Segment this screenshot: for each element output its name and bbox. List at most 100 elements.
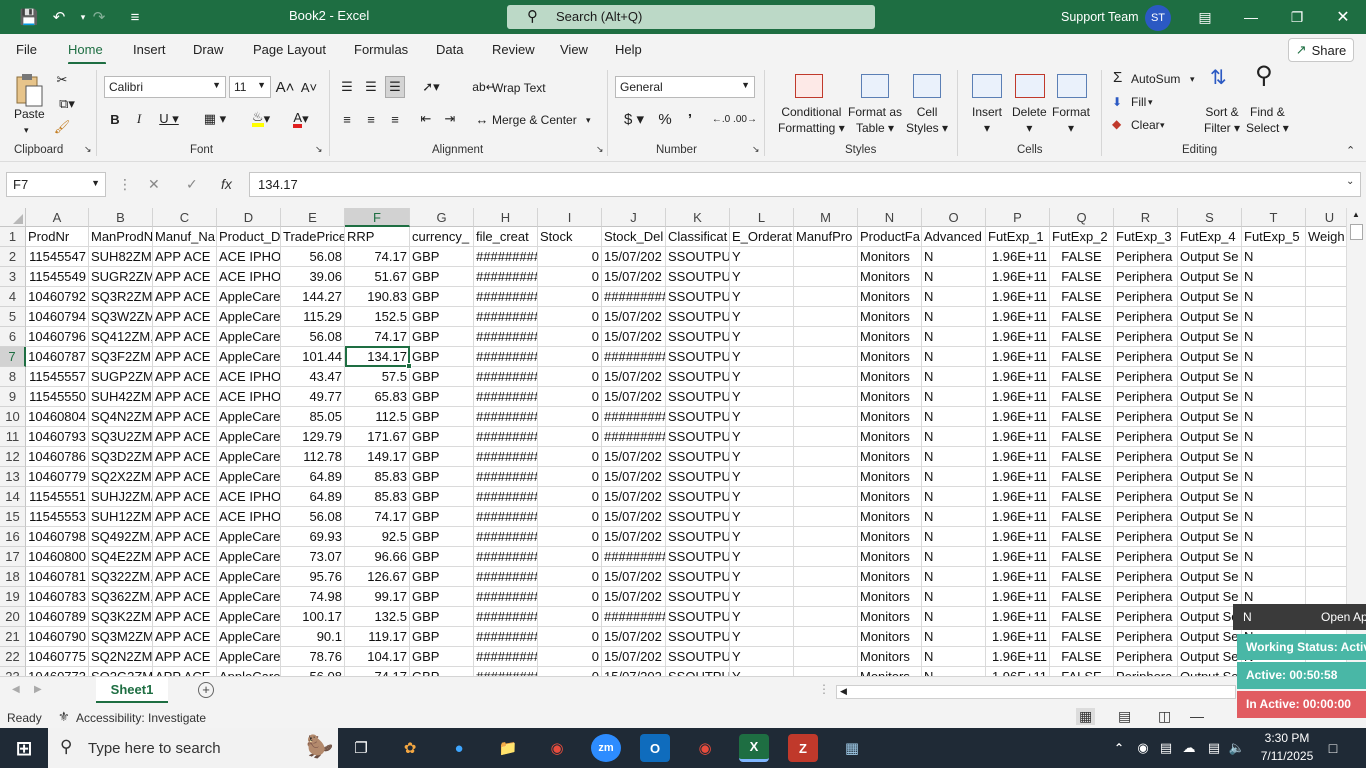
enter-icon[interactable]: ✓ <box>186 176 198 193</box>
cell[interactable]: AppleCare <box>217 327 281 347</box>
cell[interactable]: FALSE <box>1050 467 1114 487</box>
cell[interactable]: FALSE <box>1050 567 1114 587</box>
cell[interactable]: ######### <box>474 347 538 367</box>
cell[interactable]: N <box>922 447 986 467</box>
font-name-select[interactable]: Calibri ▼ <box>104 76 226 98</box>
cell[interactable]: 1.96E+11 <box>986 587 1050 607</box>
cell[interactable]: 134.17 <box>345 347 410 367</box>
cell[interactable]: Output Se <box>1178 307 1242 327</box>
cell[interactable] <box>794 647 858 667</box>
cell[interactable]: 0 <box>538 387 602 407</box>
cell[interactable]: N <box>922 267 986 287</box>
cell[interactable]: 152.5 <box>345 307 410 327</box>
cell[interactable]: APP ACE <box>153 547 217 567</box>
cell[interactable]: ######### <box>474 447 538 467</box>
cell[interactable]: SQ362ZM, <box>89 587 153 607</box>
cell[interactable]: N <box>922 387 986 407</box>
cut-icon[interactable]: ✂ <box>52 70 72 90</box>
cell[interactable]: SUH82ZM, <box>89 247 153 267</box>
cell[interactable]: APP ACE <box>153 367 217 387</box>
cell[interactable]: 0 <box>538 487 602 507</box>
cell[interactable]: SQ492ZM, <box>89 527 153 547</box>
cell[interactable]: N <box>922 287 986 307</box>
cell[interactable]: ######### <box>474 507 538 527</box>
cell[interactable]: ######### <box>474 527 538 547</box>
cell[interactable]: N <box>922 667 986 676</box>
cell[interactable]: SQ3W2ZM <box>89 307 153 327</box>
cell[interactable]: SSOUTPU1 <box>666 627 730 647</box>
cell[interactable]: 1.96E+11 <box>986 647 1050 667</box>
align-top-icon[interactable]: ☰ <box>337 76 357 98</box>
clear-dropdown-icon[interactable]: ▾ <box>1160 117 1165 133</box>
cell[interactable]: APP ACE <box>153 567 217 587</box>
cell[interactable]: Y <box>730 627 794 647</box>
cell[interactable]: 74.17 <box>345 247 410 267</box>
cell[interactable] <box>794 567 858 587</box>
taskbar-search[interactable]: ⚲ Type here to search 🦫 <box>48 728 338 768</box>
cell[interactable]: FALSE <box>1050 307 1114 327</box>
tab-splitter-icon[interactable]: ⋮ <box>818 682 830 696</box>
cell[interactable]: 0 <box>538 527 602 547</box>
cell[interactable]: FALSE <box>1050 607 1114 627</box>
row-header[interactable]: 1 <box>0 227 26 247</box>
column-header-j[interactable]: J <box>602 208 666 227</box>
cell[interactable]: ######### <box>474 667 538 676</box>
cell[interactable]: 171.67 <box>345 427 410 447</box>
cell[interactable]: 10460793 <box>26 427 89 447</box>
row-header[interactable]: 18 <box>0 567 26 587</box>
column-header-q[interactable]: Q <box>1050 208 1114 227</box>
font-color-icon[interactable]: A ▾ <box>284 108 318 130</box>
decrease-decimal-icon[interactable]: .00→ <box>733 108 757 130</box>
open-app-button[interactable]: Open Ap <box>1321 610 1366 624</box>
cell[interactable]: APP ACE <box>153 247 217 267</box>
cell[interactable]: 115.29 <box>281 307 345 327</box>
cell[interactable]: 1.96E+11 <box>986 307 1050 327</box>
cell[interactable]: Y <box>730 527 794 547</box>
cell[interactable]: Output Se <box>1178 567 1242 587</box>
cell[interactable]: Y <box>730 547 794 567</box>
cell[interactable]: ######### <box>602 407 666 427</box>
cell[interactable]: APP ACE <box>153 587 217 607</box>
cell[interactable]: ACE IPHOI <box>217 507 281 527</box>
cell[interactable]: Output Se <box>1178 267 1242 287</box>
cell[interactable]: 1.96E+11 <box>986 527 1050 547</box>
cell[interactable]: Y <box>730 307 794 327</box>
cell[interactable]: N <box>922 327 986 347</box>
currency-icon[interactable]: $ ▾ <box>618 108 650 130</box>
cell[interactable]: 126.67 <box>345 567 410 587</box>
format-painter-icon[interactable]: 🖌 <box>52 117 72 137</box>
cell[interactable]: Periphera <box>1114 507 1178 527</box>
cell[interactable]: FALSE <box>1050 367 1114 387</box>
cell[interactable]: Output Se <box>1178 487 1242 507</box>
cell[interactable]: 15/07/202 <box>602 307 666 327</box>
cell[interactable]: ######### <box>474 607 538 627</box>
cell[interactable]: SUH42ZM, <box>89 387 153 407</box>
conditional-formatting-button[interactable]: Conditional Formatting ▾ <box>778 104 845 136</box>
cell[interactable]: Periphera <box>1114 567 1178 587</box>
cell[interactable]: N <box>922 647 986 667</box>
cell[interactable]: APP ACE <box>153 627 217 647</box>
collapse-ribbon-icon[interactable]: ⌃ <box>1346 144 1355 157</box>
cell[interactable]: 0 <box>538 467 602 487</box>
cell[interactable]: 1.96E+11 <box>986 567 1050 587</box>
cell[interactable]: ( <box>1306 347 1346 367</box>
cell[interactable]: AppleCare <box>217 287 281 307</box>
italic-button[interactable]: I <box>130 108 148 130</box>
cell[interactable]: 0 <box>538 587 602 607</box>
cell[interactable]: 0 <box>538 347 602 367</box>
cell[interactable]: Y <box>730 247 794 267</box>
cell[interactable]: 15/07/202 <box>602 667 666 676</box>
sheet-tab-sheet1[interactable]: Sheet1 <box>96 677 168 703</box>
cell[interactable]: Periphera <box>1114 387 1178 407</box>
cell[interactable]: FALSE <box>1050 547 1114 567</box>
cell[interactable]: 65.83 <box>345 387 410 407</box>
cell[interactable]: ( <box>1306 267 1346 287</box>
cell[interactable]: SQ412ZM, <box>89 327 153 347</box>
cell[interactable]: Product_D <box>217 227 281 247</box>
fill-button[interactable]: Fill <box>1131 94 1146 110</box>
cell[interactable]: 1.96E+11 <box>986 467 1050 487</box>
cell[interactable]: Periphera <box>1114 307 1178 327</box>
cell[interactable]: 15/07/202 <box>602 467 666 487</box>
wrap-text-button[interactable]: Wrap Text <box>492 80 546 96</box>
cell[interactable]: 10460792 <box>26 287 89 307</box>
